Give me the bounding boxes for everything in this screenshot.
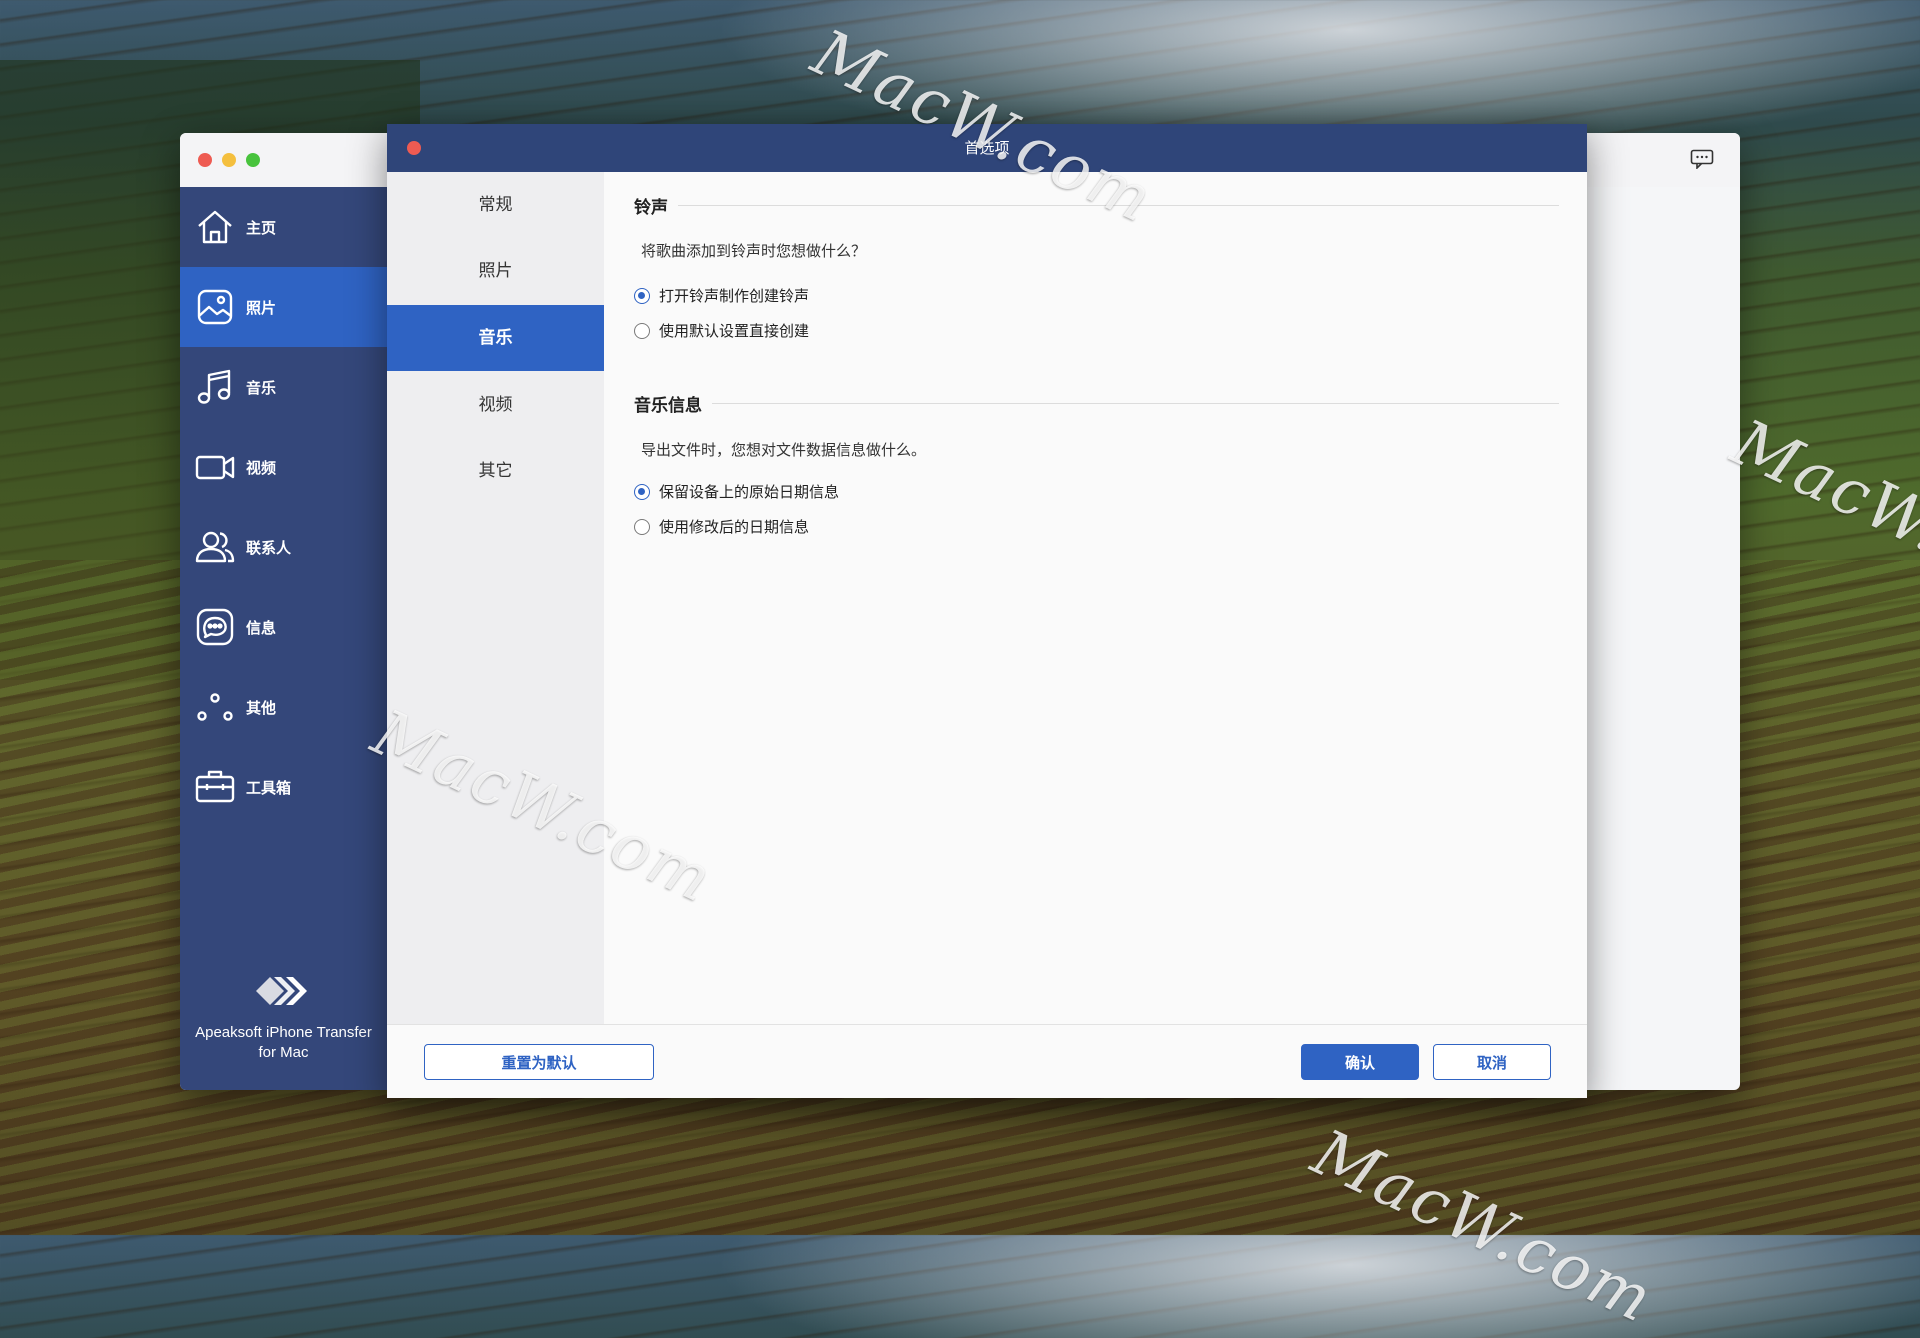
dialog-close-button[interactable] <box>407 141 421 155</box>
radio-label: 使用修改后的日期信息 <box>659 518 810 536</box>
preferences-nav: 常规 照片 音乐 视频 其它 <box>387 172 604 1024</box>
sidebar-item-contacts[interactable]: 联系人 <box>180 507 387 587</box>
sidebar-item-label: 其他 <box>246 698 277 717</box>
music-icon <box>197 369 231 404</box>
tab-general[interactable]: 常规 <box>387 172 604 238</box>
ringtone-question: 将歌曲添加到铃声时您想做什么？ <box>641 242 867 260</box>
sidebar-item-label: 视频 <box>246 458 277 477</box>
confirm-button[interactable]: 确认 <box>1301 1044 1419 1080</box>
radio-button[interactable] <box>634 322 650 339</box>
tab-video[interactable]: 视频 <box>387 372 604 438</box>
music-info-option-keep-original[interactable]: 保留设备上的原始日期信息 <box>634 481 839 502</box>
sidebar-item-toolbox[interactable]: 工具箱 <box>180 747 387 827</box>
contacts-icon <box>195 531 235 563</box>
sidebar-item-label: 音乐 <box>246 378 277 397</box>
preferences-dialog: 首选项 常规 照片 音乐 视频 其它 铃声 将歌曲添加到铃声时您想做什么？ 打开… <box>387 124 1587 1098</box>
radio-label: 使用默认设置直接创建 <box>659 322 810 340</box>
radio-button-checked[interactable] <box>634 483 650 500</box>
cancel-button[interactable]: 取消 <box>1433 1044 1551 1080</box>
radio-button[interactable] <box>634 518 650 535</box>
radio-button-checked[interactable] <box>634 287 650 304</box>
ringtone-option-open-maker[interactable]: 打开铃声制作创建铃声 <box>634 285 809 306</box>
sidebar-item-home[interactable]: 主页 <box>180 187 387 267</box>
sidebar-item-messages[interactable]: 信息 <box>180 587 387 667</box>
brand-name-line1: Apeaksoft iPhone Transfer <box>195 1024 372 1041</box>
reset-default-button[interactable]: 重置为默认 <box>424 1044 654 1080</box>
zoom-window-button[interactable] <box>246 153 260 167</box>
photo-icon <box>197 289 233 325</box>
feedback-chat-icon[interactable] <box>1690 149 1714 169</box>
toolbox-icon <box>195 770 235 803</box>
sidebar-item-label: 信息 <box>246 618 277 637</box>
sidebar: 主页 照片 音乐 视频 联系人 信息 其他 工具箱 Apeaksoft iPho… <box>180 187 387 1090</box>
sidebar-item-label: 主页 <box>246 218 277 237</box>
music-info-section-title: 音乐信息 <box>634 391 1559 416</box>
apeaksoft-logo-icon <box>255 977 307 1005</box>
tab-photos[interactable]: 照片 <box>387 238 604 304</box>
sidebar-item-other[interactable]: 其他 <box>180 667 387 747</box>
sidebar-item-video[interactable]: 视频 <box>180 427 387 507</box>
close-window-button[interactable] <box>198 153 212 167</box>
radio-label: 保留设备上的原始日期信息 <box>659 483 840 501</box>
sidebar-item-label: 联系人 <box>246 538 292 557</box>
sidebar-item-music[interactable]: 音乐 <box>180 347 387 427</box>
section-divider <box>712 403 1559 404</box>
music-info-section-label: 音乐信息 <box>634 396 702 416</box>
home-icon <box>198 210 232 244</box>
ringtone-section-label: 铃声 <box>634 198 668 218</box>
message-icon <box>196 608 234 646</box>
video-icon <box>195 455 235 480</box>
tab-music[interactable]: 音乐 <box>387 305 604 371</box>
sidebar-item-label: 照片 <box>246 298 277 317</box>
dots-icon <box>197 693 233 721</box>
sidebar-item-photos[interactable]: 照片 <box>180 267 387 347</box>
ringtone-option-default[interactable]: 使用默认设置直接创建 <box>634 320 809 341</box>
radio-label: 打开铃声制作创建铃声 <box>659 287 810 305</box>
music-info-question: 导出文件时，您想对文件数据信息做什么。 <box>641 441 927 459</box>
brand: Apeaksoft iPhone Transfer for Mac <box>180 967 387 1063</box>
sidebar-item-label: 工具箱 <box>246 778 292 797</box>
preferences-content: 铃声 将歌曲添加到铃声时您想做什么？ 打开铃声制作创建铃声 使用默认设置直接创建… <box>604 172 1587 1024</box>
music-info-option-modified[interactable]: 使用修改后的日期信息 <box>634 516 809 537</box>
tab-other[interactable]: 其它 <box>387 438 604 504</box>
dialog-footer: 重置为默认 确认 取消 <box>387 1024 1587 1098</box>
minimize-window-button[interactable] <box>222 153 236 167</box>
brand-name-line2: for Mac <box>258 1044 309 1061</box>
